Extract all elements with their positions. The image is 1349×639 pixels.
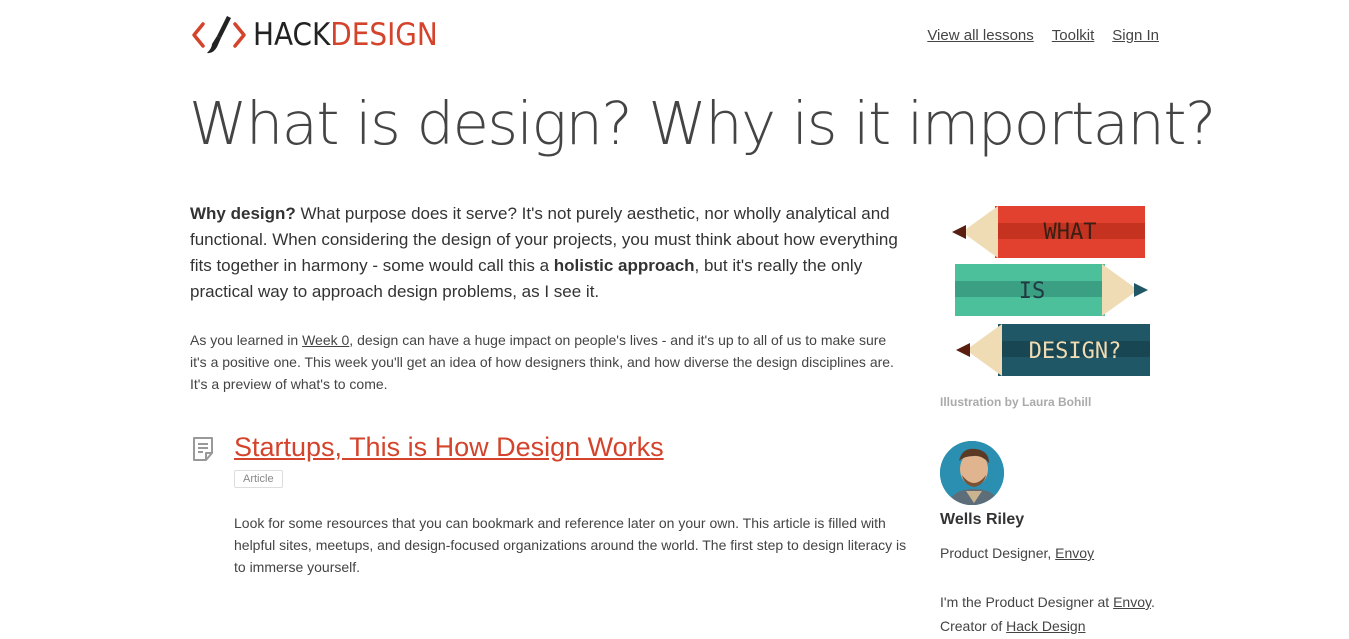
author-company-link[interactable]: Envoy — [1055, 545, 1094, 561]
lead-strong-holistic: holistic approach — [553, 256, 695, 275]
intro-pre: As you learned in — [190, 332, 303, 348]
intro-paragraph: As you learned in Week 0, design can hav… — [190, 329, 905, 395]
logo-design: DESIGN — [330, 16, 438, 53]
pencil-is: IS — [955, 264, 1148, 316]
lesson-title-link[interactable]: Startups, This is How Design Works — [234, 432, 664, 463]
article-icon — [193, 437, 213, 461]
logo-hack: HACK — [253, 16, 331, 53]
author-photo — [940, 441, 1004, 505]
author-bio-pre: I'm the Product Designer at — [940, 594, 1114, 610]
nav-view-all-lessons[interactable]: View all lessons — [927, 27, 1033, 44]
lead-strong-why: Why design? — [190, 204, 296, 223]
author-bio: I'm the Product Designer at Envoy. Creat… — [940, 590, 1155, 638]
page-title: What is design? Why is it important? — [189, 89, 1216, 158]
lesson-type-badge: Article — [234, 470, 283, 488]
author-name: Wells Riley — [940, 511, 1025, 528]
pencil-design: DESIGN? — [956, 324, 1150, 376]
author-role: Product Designer, Envoy — [940, 545, 1094, 561]
top-nav: View all lessons Toolkit Sign In — [927, 27, 1159, 44]
site-logo[interactable]: HACKDESIGN — [191, 14, 438, 56]
author-bio-hackdesign-link[interactable]: Hack Design — [1006, 618, 1085, 634]
pencil-word-is: IS — [1019, 279, 1046, 304]
logo-wordmark: HACKDESIGN — [253, 16, 438, 53]
pencil-word-design: DESIGN? — [1029, 339, 1122, 364]
pencil-what: WHAT — [952, 206, 1145, 258]
lesson-description: Look for some resources that you can boo… — [234, 515, 907, 575]
week-0-link[interactable]: Week 0 — [302, 332, 349, 348]
nav-toolkit[interactable]: Toolkit — [1052, 27, 1095, 44]
author-bio-envoy-link[interactable]: Envoy — [1113, 594, 1151, 610]
avatar — [940, 441, 1004, 505]
pencils-illustration: WHAT IS DESIGN? — [952, 206, 1150, 376]
nav-sign-in[interactable]: Sign In — [1112, 27, 1159, 44]
lead-paragraph: Why design? What purpose does it serve? … — [190, 201, 905, 305]
brush-code-logo-icon — [192, 16, 246, 54]
pencil-word-what: WHAT — [1044, 220, 1097, 245]
illustration-caption: Illustration by Laura Bohill — [940, 395, 1092, 409]
author-role-text: Product Designer, — [940, 545, 1056, 561]
